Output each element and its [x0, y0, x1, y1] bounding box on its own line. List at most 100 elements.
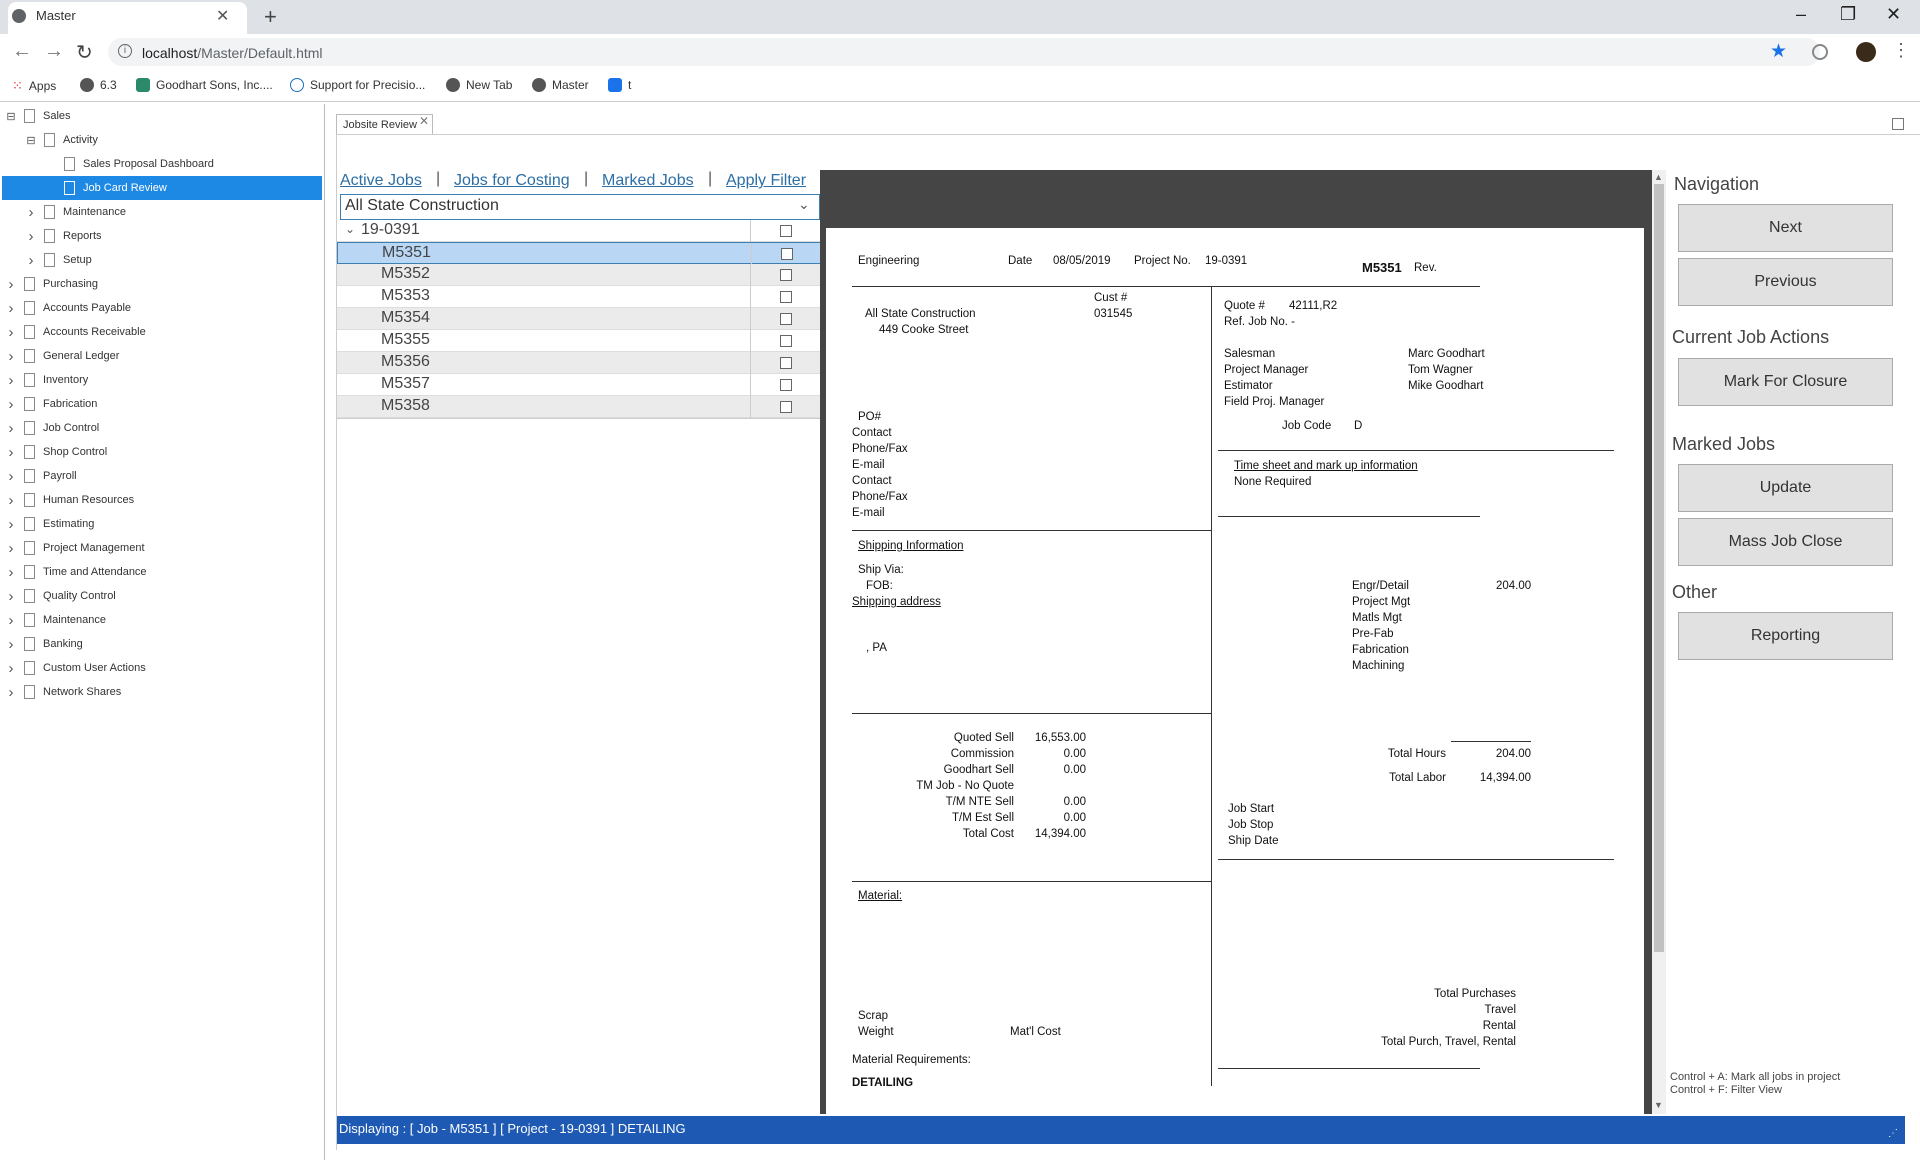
expand-arrow-icon[interactable]: › — [4, 348, 18, 365]
resize-grip-icon[interactable]: ⋰ — [1888, 1128, 1898, 1139]
bookmark-support[interactable]: Support for Precisio... — [290, 78, 425, 92]
close-icon[interactable]: ✕ — [419, 114, 429, 128]
restore-icon[interactable]: ❐ — [1840, 4, 1856, 25]
expand-arrow-icon[interactable]: › — [4, 468, 18, 485]
bookmark-new-tab[interactable]: New Tab — [446, 78, 512, 92]
sidebar-item[interactable]: › Network Shares — [4, 680, 122, 704]
minimize-icon[interactable]: – — [1796, 4, 1806, 25]
sidebar-item[interactable]: › Payroll — [4, 464, 77, 488]
update-button[interactable]: Update — [1678, 464, 1893, 512]
sidebar-item[interactable]: › Accounts Payable — [4, 296, 132, 320]
job-row[interactable]: M5353 — [337, 286, 821, 308]
expand-arrow-icon[interactable]: › — [24, 228, 38, 245]
previous-button[interactable]: Previous — [1678, 258, 1893, 306]
sidebar-item[interactable]: › Custom User Actions — [4, 656, 146, 680]
sidebar-item[interactable]: › Human Resources — [4, 488, 135, 512]
sidebar-item[interactable]: ⊟ Activity — [4, 128, 98, 152]
scroll-down-icon[interactable]: ▼ — [1654, 1100, 1663, 1110]
sidebar-item[interactable]: › Estimating — [4, 512, 95, 536]
expand-arrow-icon[interactable]: › — [4, 420, 18, 437]
jobs-for-costing-link[interactable]: Jobs for Costing — [454, 172, 570, 190]
job-row[interactable]: M5352 — [337, 264, 821, 286]
sidebar-item[interactable]: › Time and Attendance — [4, 560, 147, 584]
expand-arrow-icon[interactable]: › — [4, 300, 18, 317]
apply-filter-link[interactable]: Apply Filter — [726, 172, 806, 190]
mass-job-close-button[interactable]: Mass Job Close — [1678, 518, 1893, 566]
new-tab-icon[interactable]: + — [264, 4, 277, 30]
job-row[interactable]: M5355 — [337, 330, 821, 352]
expand-arrow-icon[interactable]: › — [4, 588, 18, 605]
sidebar-item[interactable]: › Banking — [4, 632, 83, 656]
sidebar-item[interactable]: › Project Management — [4, 536, 145, 560]
expand-arrow-icon[interactable]: › — [4, 444, 18, 461]
expand-arrow-icon[interactable]: › — [4, 492, 18, 509]
close-window-icon[interactable]: ✕ — [1886, 4, 1901, 25]
sidebar-item[interactable]: › Setup — [4, 248, 92, 272]
sidebar-item[interactable]: › Purchasing — [4, 272, 99, 296]
sidebar-item[interactable]: › Maintenance — [4, 608, 107, 632]
job-checkbox[interactable] — [780, 335, 792, 347]
sidebar-item[interactable]: › Maintenance — [4, 200, 127, 224]
maximize-panel-icon[interactable] — [1892, 118, 1904, 130]
bookmark-t[interactable]: t — [608, 78, 631, 92]
job-row[interactable]: M5357 — [337, 374, 821, 396]
expand-arrow-icon[interactable]: › — [4, 660, 18, 677]
expand-arrow-icon[interactable]: › — [4, 612, 18, 629]
bookmark-apps[interactable]: ⁙ Apps — [12, 78, 56, 94]
omnibox[interactable] — [108, 38, 1820, 66]
info-icon[interactable]: i — [118, 44, 132, 58]
extension-icon[interactable] — [1812, 44, 1828, 60]
forward-icon[interactable]: → — [44, 40, 64, 63]
sidebar-item[interactable]: › Quality Control — [4, 584, 116, 608]
expand-arrow-icon[interactable]: › — [4, 324, 18, 341]
bookmark-6-3[interactable]: 6.3 — [80, 78, 117, 92]
sidebar-item[interactable]: › Shop Control — [4, 440, 108, 464]
job-checkbox[interactable] — [781, 248, 793, 260]
collapse-icon[interactable]: ⊟ — [4, 110, 18, 123]
expand-arrow-icon[interactable]: › — [4, 372, 18, 389]
job-row[interactable]: M5358 — [337, 396, 821, 418]
job-checkbox[interactable] — [780, 357, 792, 369]
profile-avatar[interactable] — [1856, 42, 1876, 62]
next-button[interactable]: Next — [1678, 204, 1893, 252]
reporting-button[interactable]: Reporting — [1678, 612, 1893, 660]
menu-kebab-icon[interactable]: ⋮ — [1892, 40, 1910, 61]
bookmark-goodhart[interactable]: Goodhart Sons, Inc.... — [136, 78, 273, 92]
marked-jobs-link[interactable]: Marked Jobs — [602, 172, 694, 190]
expand-arrow-icon[interactable]: › — [4, 684, 18, 701]
close-tab-icon[interactable]: ✕ — [216, 6, 229, 26]
bookmark-star-icon[interactable]: ★ — [1770, 40, 1787, 63]
reload-icon[interactable]: ↻ — [76, 40, 93, 65]
job-checkbox[interactable] — [780, 313, 792, 325]
sidebar-item[interactable]: › Inventory — [4, 368, 89, 392]
sidebar-item[interactable]: Sales Proposal Dashboard — [4, 152, 214, 176]
customer-dropdown[interactable]: All State Construction — [340, 194, 820, 220]
back-icon[interactable]: ← — [12, 40, 32, 63]
expand-arrow-icon[interactable]: › — [4, 564, 18, 581]
mark-for-closure-button[interactable]: Mark For Closure — [1678, 358, 1893, 406]
sidebar-item[interactable]: › Reports — [4, 224, 102, 248]
sidebar-item[interactable]: › Job Control — [4, 416, 100, 440]
report-scrollbar-thumb[interactable] — [1654, 184, 1664, 952]
sidebar-item[interactable]: Job Card Review — [2, 176, 322, 200]
expand-arrow-icon[interactable]: › — [4, 276, 18, 293]
job-checkbox[interactable] — [780, 291, 792, 303]
collapse-icon[interactable]: ⊟ — [24, 134, 38, 147]
job-row[interactable]: M5356 — [337, 352, 821, 374]
chevron-down-icon[interactable]: ⌄ — [798, 196, 810, 213]
sidebar-item[interactable]: ⊟ Sales — [4, 104, 71, 128]
sidebar-item[interactable]: › Accounts Receivable — [4, 320, 146, 344]
expand-arrow-icon[interactable]: › — [4, 516, 18, 533]
scroll-up-icon[interactable]: ▲ — [1654, 172, 1663, 182]
url-text[interactable]: localhost/Master/Default.html — [142, 45, 323, 61]
job-row[interactable]: M5354 — [337, 308, 821, 330]
sidebar-item[interactable]: › General Ledger — [4, 344, 120, 368]
job-checkbox[interactable] — [780, 401, 792, 413]
active-jobs-link[interactable]: Active Jobs — [340, 172, 422, 190]
expand-arrow-icon[interactable]: › — [24, 204, 38, 221]
expand-arrow-icon[interactable]: › — [4, 636, 18, 653]
sidebar-item[interactable]: › Fabrication — [4, 392, 98, 416]
expand-arrow-icon[interactable]: › — [24, 252, 38, 269]
expand-arrow-icon[interactable]: › — [4, 540, 18, 557]
expand-arrow-icon[interactable]: › — [4, 396, 18, 413]
